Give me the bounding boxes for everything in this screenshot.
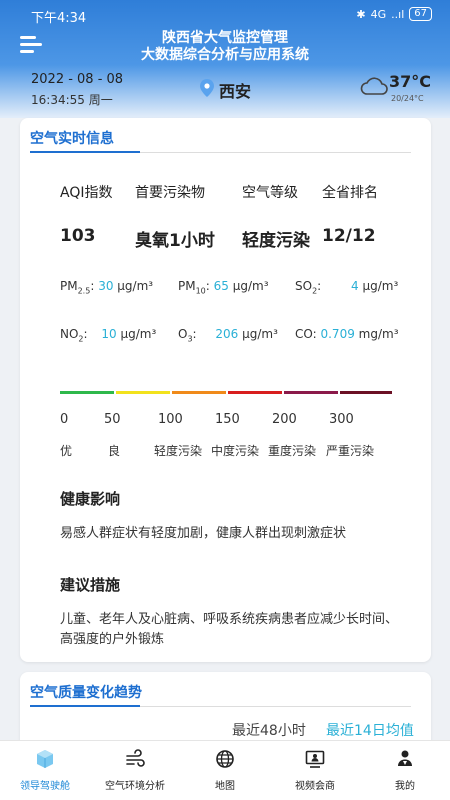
nav-label: 我的 bbox=[395, 781, 415, 792]
nav-profile[interactable]: 我的 bbox=[360, 741, 450, 800]
primary-pollutant-value: 臭氧1小时 bbox=[135, 231, 215, 251]
app-title: 陕西省大气监控管理 大数据综合分析与应用系统 bbox=[0, 30, 450, 64]
aqi-header: AQI指数 bbox=[60, 185, 113, 201]
temperature-range: 20/24°C bbox=[391, 94, 424, 103]
level-label: 中度污染 bbox=[211, 444, 260, 458]
last-14-days-tab[interactable]: 最近14日均值 bbox=[326, 720, 414, 740]
level-label: 重度污染 bbox=[268, 444, 317, 458]
air-level-header: 空气等级 bbox=[242, 185, 298, 201]
wind-icon bbox=[126, 749, 145, 767]
level-bar-severe bbox=[340, 391, 392, 394]
level-bar-light bbox=[172, 391, 226, 394]
time-label: 16:34:55 周一 bbox=[31, 93, 113, 107]
province-rank-header: 全省排名 bbox=[322, 185, 378, 201]
bottom-nav: 领导驾驶舱 空气环境分析 地图 视频会商 我的 bbox=[0, 740, 450, 800]
bluetooth-icon: ✱ bbox=[356, 7, 366, 21]
so2-reading: SO2: 4 μg/m³ bbox=[295, 279, 399, 296]
level-label: 良 bbox=[108, 444, 121, 458]
title-divider bbox=[30, 151, 411, 153]
scale-tick: 200 bbox=[272, 412, 297, 427]
globe-icon bbox=[216, 750, 234, 768]
realtime-card: 空气实时信息 AQI指数 首要污染物 空气等级 全省排名 103 臭氧1小时 轻… bbox=[20, 118, 431, 662]
app-title-line1: 陕西省大气监控管理 bbox=[162, 30, 288, 46]
monitor-icon bbox=[305, 750, 325, 768]
user-icon bbox=[398, 750, 412, 766]
status-icons: ✱ 4G ..ıl 67 bbox=[356, 7, 432, 21]
nav-label: 地图 bbox=[215, 781, 235, 792]
signal-icon: ..ıl bbox=[391, 7, 405, 21]
aqi-value: 103 bbox=[60, 226, 96, 246]
advice-title: 建议措施 bbox=[60, 576, 121, 594]
cube-icon bbox=[37, 750, 53, 768]
health-impact-title: 健康影响 bbox=[60, 490, 121, 508]
pm25-reading: PM2.5: 30 μg/m³ bbox=[60, 279, 154, 296]
pm10-reading: PM10: 65 μg/m³ bbox=[178, 279, 269, 296]
nav-leader-cockpit[interactable]: 领导驾驶舱 bbox=[0, 741, 90, 800]
scale-tick: 50 bbox=[104, 412, 121, 427]
advice-text: 儿童、老年人及心脏病、呼吸系统疾病患者应减少长时间、高强度的户外锻炼 bbox=[60, 612, 399, 647]
primary-pollutant-header: 首要污染物 bbox=[135, 185, 205, 201]
location-pin-icon bbox=[200, 79, 214, 97]
nav-map[interactable]: 地图 bbox=[180, 741, 270, 800]
scale-tick: 150 bbox=[215, 412, 240, 427]
scale-tick: 0 bbox=[60, 412, 69, 427]
level-bar-good bbox=[60, 391, 114, 394]
nav-label: 空气环境分析 bbox=[105, 781, 165, 792]
status-bar: 下午4:34 ✱ 4G ..ıl 67 bbox=[0, 0, 450, 30]
battery-icon: 67 bbox=[409, 7, 432, 21]
nav-air-analysis[interactable]: 空气环境分析 bbox=[90, 741, 180, 800]
nav-video-conference[interactable]: 视频会商 bbox=[270, 741, 360, 800]
trend-title: 空气质量变化趋势 bbox=[30, 685, 142, 701]
realtime-title: 空气实时信息 bbox=[30, 131, 114, 147]
status-time: 下午4:34 bbox=[31, 11, 87, 26]
level-label: 轻度污染 bbox=[154, 444, 203, 458]
network-label: 4G bbox=[370, 7, 387, 21]
no2-reading: NO2: 10 μg/m³ bbox=[60, 327, 157, 344]
health-impact-text: 易感人群症状有轻度加剧，健康人群出现刺激症状 bbox=[60, 526, 347, 541]
level-bar-heavy bbox=[284, 391, 338, 394]
info-bar: 2022 - 08 - 08 16:34:55 周一 西安 37°C 20/24… bbox=[0, 68, 450, 112]
level-label: 优 bbox=[60, 444, 73, 458]
level-bar-moderate bbox=[116, 391, 170, 394]
level-label: 严重污染 bbox=[326, 444, 375, 458]
nav-label: 视频会商 bbox=[295, 781, 335, 792]
nav-label: 领导驾驶舱 bbox=[20, 781, 70, 792]
o3-reading: O3: 206 μg/m³ bbox=[178, 327, 278, 344]
date-label: 2022 - 08 - 08 bbox=[31, 72, 124, 87]
province-rank-value: 12/12 bbox=[322, 226, 376, 246]
title-divider bbox=[30, 705, 411, 707]
last-48-hours-tab[interactable]: 最近48小时 bbox=[232, 720, 306, 740]
app-title-line2: 大数据综合分析与应用系统 bbox=[141, 47, 309, 63]
air-level-value: 轻度污染 bbox=[242, 231, 310, 251]
temperature: 37°C bbox=[389, 72, 432, 91]
city-label[interactable]: 西安 bbox=[219, 78, 251, 102]
cloud-icon bbox=[360, 77, 388, 95]
scale-tick: 300 bbox=[329, 412, 354, 427]
level-bar-medium bbox=[228, 391, 282, 394]
co-reading: CO: 0.709 mg/m³ bbox=[295, 327, 399, 341]
scale-tick: 100 bbox=[158, 412, 183, 427]
